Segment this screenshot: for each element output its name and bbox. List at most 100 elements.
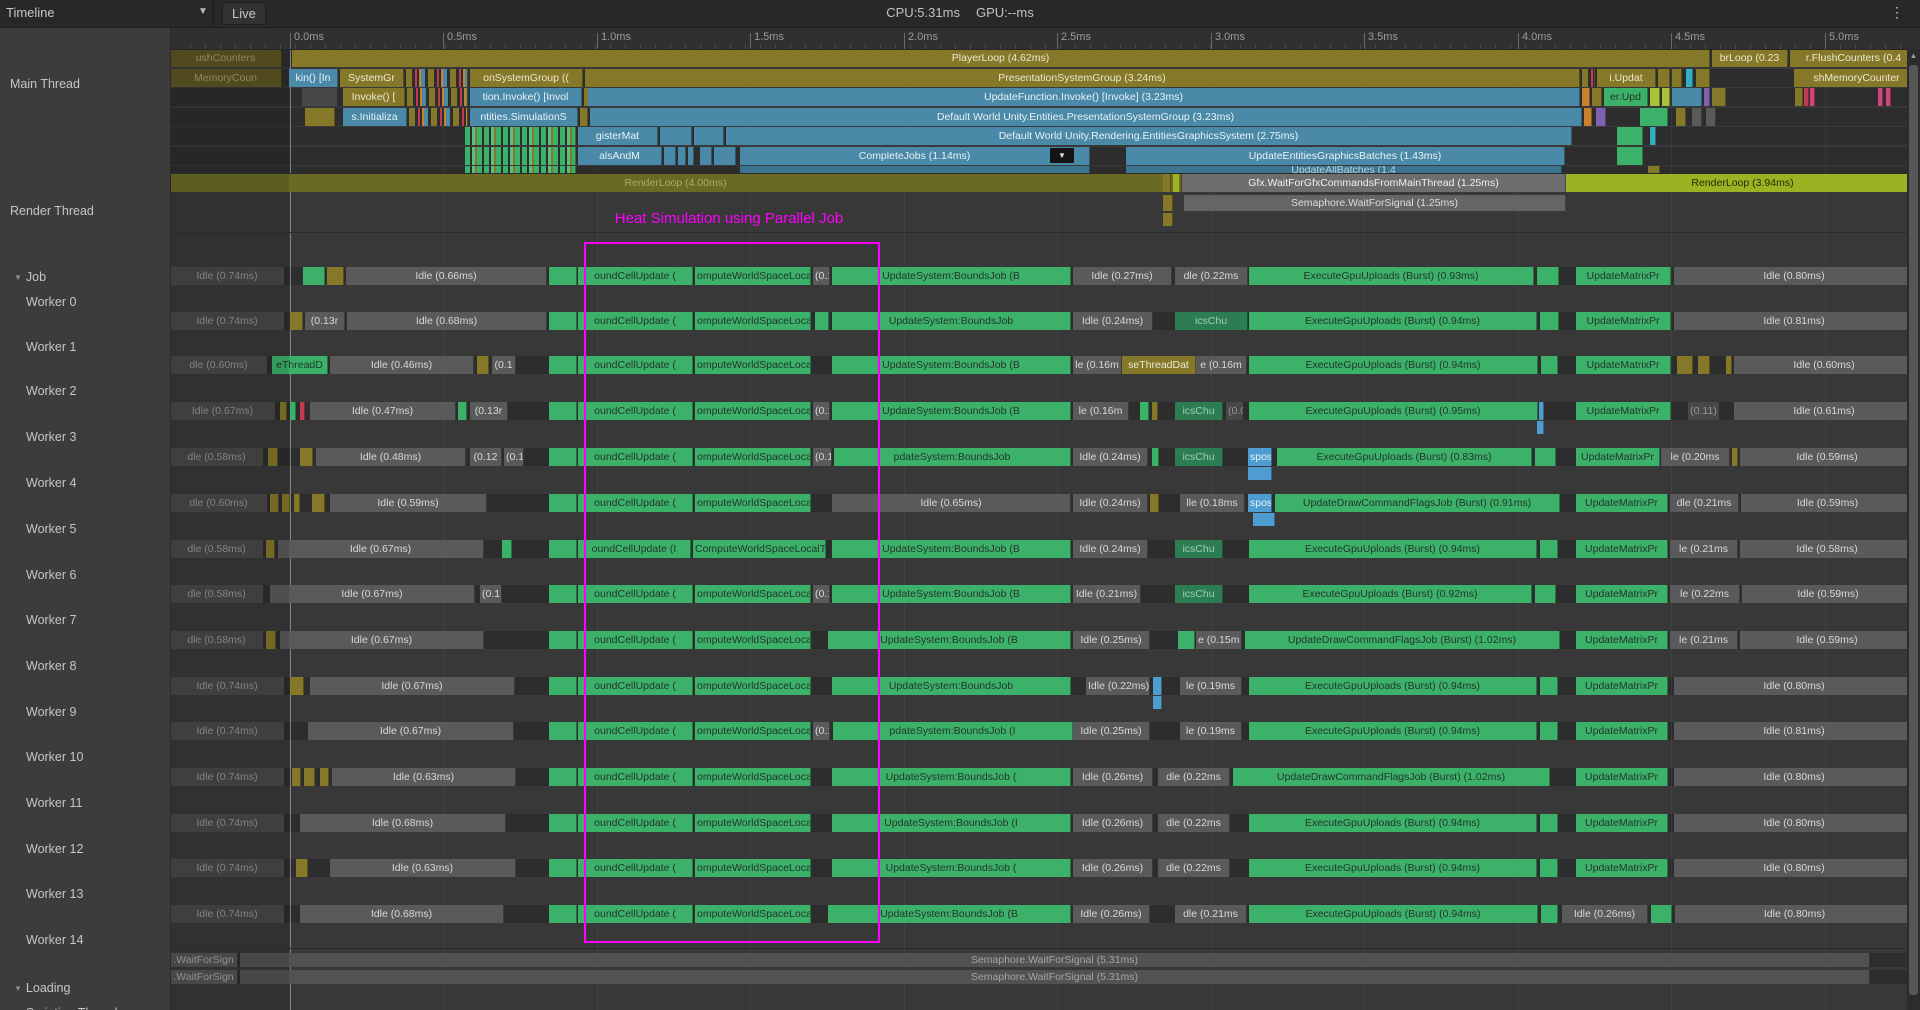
timeline-bar[interactable]: (0.1 (480, 585, 502, 603)
timeline-bar[interactable]: r.FlushCounters (0.4 (1790, 49, 1918, 67)
timeline-bar[interactable]: Idle (0.46ms) (330, 356, 474, 374)
timeline-bar[interactable] (549, 585, 577, 603)
timeline-bar[interactable]: UpdateMatrixPr (1576, 267, 1671, 285)
foldout-arrow-icon[interactable]: ▼ (14, 984, 22, 993)
timeline-bar[interactable] (294, 494, 300, 512)
timeline-bar[interactable]: UpdateMatrixPr (1576, 540, 1668, 558)
timeline-bar[interactable]: ExecuteGpuUploads (Burst) (0.94ms) (1249, 540, 1537, 558)
timeline-bar[interactable]: lle (0.18ms (1180, 494, 1245, 512)
timeline-bar[interactable] (312, 494, 325, 512)
timeline-bar[interactable]: UpdateFunction.Invoke() [Invoke] (3.23ms… (588, 88, 1580, 106)
timeline-bar[interactable]: Idle (0.21ms) (1073, 585, 1141, 603)
timeline-bar[interactable]: UpdateMatrixPr (1576, 768, 1668, 786)
timeline-bar[interactable]: Semaphore.WaitForSignal (1.25ms) (1184, 195, 1566, 211)
timeline-bar[interactable] (1541, 905, 1558, 923)
timeline-bar[interactable]: le (0.16m (1073, 356, 1122, 374)
timeline-bar[interactable]: Idle (0.48ms) (316, 448, 466, 466)
timeline-bar[interactable] (1582, 88, 1590, 106)
timeline-bar[interactable]: Idle (0.68ms) (300, 814, 506, 832)
sidebar-item-worker-3[interactable]: Worker 3 (26, 430, 76, 444)
timeline-bar[interactable] (1150, 494, 1159, 512)
timeline-bar[interactable] (1658, 69, 1670, 87)
timeline-bar[interactable]: icsChu (1175, 540, 1223, 558)
timeline-bar[interactable] (1178, 631, 1195, 649)
timeline-bar[interactable]: dle (0.22ms (1158, 768, 1230, 786)
timeline-bar[interactable]: seThreadDat (1122, 356, 1196, 374)
timeline-bar[interactable] (1712, 88, 1726, 106)
timeline-bar[interactable] (1163, 213, 1173, 226)
timeline-bar[interactable] (1140, 402, 1149, 420)
timeline-bar[interactable] (458, 402, 467, 420)
timeline-bar[interactable] (549, 677, 577, 695)
timeline-bar[interactable]: icsChu (1175, 585, 1223, 603)
timeline-bar[interactable]: Idle (0.80ms) (1674, 267, 1915, 285)
timeline-bar[interactable] (1732, 448, 1738, 466)
timeline-bar[interactable] (664, 147, 676, 165)
timeline-bar[interactable] (1173, 174, 1180, 192)
timeline-bar[interactable]: Idle (0.68ms) (347, 312, 547, 330)
timeline-bar[interactable]: Idle (0.22ms) (1086, 677, 1150, 695)
timeline-bar[interactable] (290, 402, 296, 420)
sidebar-item-worker-11[interactable]: Worker 11 (26, 796, 83, 810)
timeline-bar[interactable]: le (0.22ms (1670, 585, 1740, 603)
timeline-bar[interactable] (1698, 356, 1710, 374)
timeline-bar[interactable]: Idle (0.26ms) (1073, 768, 1153, 786)
timeline-bar[interactable]: SystemGr (340, 69, 404, 87)
timeline-bar[interactable] (1640, 108, 1668, 126)
timeline-bar[interactable] (1163, 174, 1171, 192)
timeline-bar[interactable] (1676, 108, 1686, 126)
timeline-bar[interactable]: UpdateEntitiesGraphicsBatches (1.43ms) (1126, 147, 1565, 165)
timeline-bar[interactable]: Idle (0.67ms) (308, 722, 514, 740)
timeline-bar[interactable] (1672, 69, 1682, 87)
timeline-bar[interactable]: UpdateDrawCommandFlagsJob (Burst) (0.91m… (1275, 494, 1560, 512)
timeline-bar[interactable]: Idle (0.80ms) (1674, 814, 1915, 832)
timeline-bar[interactable] (1535, 448, 1556, 466)
timeline-bar[interactable]: Idle (0.24ms) (1073, 448, 1148, 466)
timeline-bar[interactable]: e (0.16m (1196, 356, 1247, 374)
timeline-bar[interactable] (1686, 69, 1693, 87)
timeline-bar[interactable]: Semaphore.WaitForSignal (5.31ms) (240, 970, 1870, 984)
sidebar-item-job[interactable]: ▼ Job (14, 270, 46, 284)
sidebar-item-worker-13[interactable]: Worker 13 (26, 887, 83, 901)
timeline-bar[interactable] (1152, 448, 1159, 466)
timeline-bar[interactable]: UpdateMatrixPr (1576, 631, 1668, 649)
timeline-bar[interactable] (1153, 677, 1162, 695)
timeline-bar[interactable] (409, 108, 468, 126)
timeline-bar[interactable]: gisterMat (578, 127, 658, 145)
timeline-bar[interactable] (1540, 814, 1558, 832)
timeline-bar[interactable] (1696, 69, 1710, 87)
timeline-bar[interactable]: le (0.21ms (1670, 540, 1738, 558)
timeline-bar[interactable]: UpdateDrawCommandFlagsJob (Burst) (1.02m… (1245, 631, 1560, 649)
timeline-bar[interactable]: icsChu (1175, 402, 1223, 420)
timeline-sub-bar[interactable] (1537, 421, 1544, 434)
timeline-sub-bar[interactable] (1248, 467, 1272, 480)
timeline-bar[interactable]: ExecuteGpuUploads (Burst) (0.94ms) (1249, 814, 1537, 832)
timeline-bar[interactable] (477, 356, 489, 374)
timeline-bar[interactable]: Idle (0.26ms) (1562, 905, 1648, 923)
timeline-bar[interactable]: Idle (0.67ms) (278, 540, 484, 558)
timeline-bar[interactable] (406, 69, 468, 87)
timeline-bar[interactable] (660, 127, 692, 145)
timeline-bar[interactable]: Idle (0.63ms) (330, 859, 516, 877)
timeline-bar[interactable] (1878, 88, 1883, 106)
timeline-bar[interactable] (1617, 147, 1643, 165)
timeline-bar[interactable]: Idle (0.24ms) (1073, 494, 1148, 512)
timeline-bar[interactable]: Idle (0.59ms) (330, 494, 487, 512)
timeline-bar[interactable]: Idle (0.59ms) (1742, 585, 1915, 603)
timeline-bar[interactable]: ntities.SimulationS (470, 108, 578, 126)
sidebar-item-loading[interactable]: ▼ Loading (14, 981, 70, 995)
timeline-bar[interactable]: shMemoryCounter (1794, 69, 1920, 87)
sidebar-item-worker-2[interactable]: Worker 2 (26, 384, 76, 398)
sidebar-item-render-thread[interactable]: Render Thread (10, 204, 94, 218)
timeline-bar[interactable] (327, 267, 344, 285)
timeline-bar[interactable] (1795, 88, 1803, 106)
timeline-sub-bar[interactable] (1153, 696, 1162, 709)
timeline-bar[interactable]: RenderLoop (4.00ms) (170, 174, 1182, 192)
timeline-bar[interactable]: (0.12 (470, 448, 502, 466)
timeline-bar[interactable]: UpdateMatrixPr (1576, 402, 1671, 420)
timeline-bar[interactable]: Idle (0.80ms) (1674, 677, 1915, 695)
timeline-bar[interactable] (292, 768, 301, 786)
timeline-bar[interactable] (302, 88, 338, 106)
timeline-bar[interactable]: ExecuteGpuUploads (Burst) (0.94ms) (1249, 312, 1537, 330)
timeline-bar[interactable]: dle (0.22ms (1175, 267, 1248, 285)
